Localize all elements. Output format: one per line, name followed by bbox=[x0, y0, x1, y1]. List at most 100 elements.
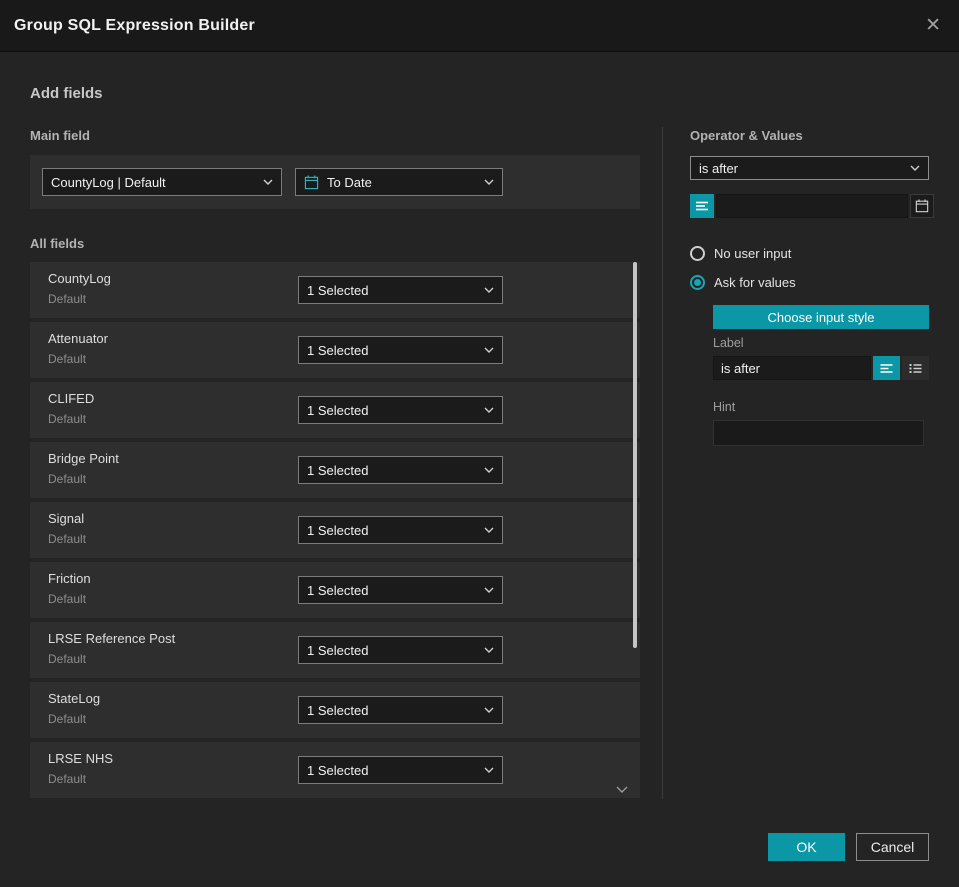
field-values-dropdown[interactable]: 1 Selected bbox=[298, 576, 503, 604]
close-icon[interactable]: ✕ bbox=[925, 16, 941, 35]
calendar-icon bbox=[915, 199, 929, 213]
chevron-down-icon bbox=[484, 347, 494, 353]
field-subtitle: Default bbox=[48, 592, 87, 606]
main-field-label: Main field bbox=[30, 128, 90, 143]
field-row: StateLog Default 1 Selected bbox=[30, 682, 640, 738]
chevron-down-icon bbox=[263, 179, 273, 185]
field-values-dropdown[interactable]: 1 Selected bbox=[298, 276, 503, 304]
field-subtitle: Default bbox=[48, 712, 87, 726]
scroll-down-chevron-icon[interactable] bbox=[616, 786, 628, 793]
main-field-dropdown[interactable]: CountyLog | Default bbox=[42, 168, 282, 196]
dropdown-value: 1 Selected bbox=[307, 522, 369, 538]
chevron-down-icon bbox=[484, 179, 494, 185]
field-row: Signal Default 1 Selected bbox=[30, 502, 640, 558]
field-name: Signal bbox=[48, 511, 85, 526]
chevron-down-icon bbox=[484, 287, 494, 293]
all-fields-label: All fields bbox=[30, 236, 85, 251]
field-values-dropdown[interactable]: 1 Selected bbox=[298, 636, 503, 664]
field-subtitle: Default bbox=[48, 772, 87, 786]
add-fields-heading: Add fields bbox=[30, 85, 103, 102]
date-field-dropdown-value: To Date bbox=[327, 174, 372, 190]
field-name: StateLog bbox=[48, 691, 101, 706]
chevron-down-icon bbox=[484, 707, 494, 713]
field-name: CountyLog bbox=[48, 271, 111, 286]
radio-checked-icon bbox=[690, 275, 705, 290]
label-input[interactable] bbox=[713, 356, 871, 380]
align-left-icon bbox=[880, 363, 893, 373]
field-name: Bridge Point bbox=[48, 451, 119, 466]
field-subtitle: Default bbox=[48, 652, 87, 666]
operator-dropdown[interactable]: is after bbox=[690, 156, 929, 180]
field-row: Attenuator Default 1 Selected bbox=[30, 322, 640, 378]
dropdown-value: 1 Selected bbox=[307, 702, 369, 718]
radio-ask-for-values[interactable]: Ask for values bbox=[690, 275, 796, 290]
field-values-dropdown[interactable]: 1 Selected bbox=[298, 696, 503, 724]
field-name: Attenuator bbox=[48, 331, 108, 346]
calendar-picker-button[interactable] bbox=[910, 194, 934, 218]
dropdown-value: 1 Selected bbox=[307, 282, 369, 298]
operator-values-heading: Operator & Values bbox=[690, 128, 803, 143]
chevron-down-icon bbox=[484, 467, 494, 473]
field-values-dropdown[interactable]: 1 Selected bbox=[298, 756, 503, 784]
field-name: Friction bbox=[48, 571, 91, 586]
field-name: LRSE NHS bbox=[48, 751, 114, 766]
field-row: CountyLog Default 1 Selected bbox=[30, 262, 640, 318]
label-input-row bbox=[713, 356, 929, 380]
date-field-dropdown[interactable]: To Date bbox=[295, 168, 503, 196]
dialog-title: Group SQL Expression Builder bbox=[14, 16, 255, 34]
field-row: CLIFED Default 1 Selected bbox=[30, 382, 640, 438]
field-name: CLIFED bbox=[48, 391, 95, 406]
field-row: LRSE Reference Post Default 1 Selected bbox=[30, 622, 640, 678]
main-field-dropdown-value: CountyLog | Default bbox=[51, 174, 166, 190]
field-row: Bridge Point Default 1 Selected bbox=[30, 442, 640, 498]
column-divider bbox=[662, 127, 663, 799]
calendar-icon bbox=[304, 174, 319, 189]
dropdown-value: 1 Selected bbox=[307, 642, 369, 658]
radio-label: No user input bbox=[714, 246, 792, 261]
single-line-style-button[interactable] bbox=[873, 356, 900, 380]
main-field-panel: CountyLog | Default To Date bbox=[30, 155, 640, 209]
hint-field-label: Hint bbox=[713, 400, 736, 414]
field-values-dropdown[interactable]: 1 Selected bbox=[298, 516, 503, 544]
input-style-icon-button[interactable] bbox=[690, 194, 714, 218]
radio-label: Ask for values bbox=[714, 275, 796, 290]
chevron-down-icon bbox=[910, 165, 920, 171]
ok-button[interactable]: OK bbox=[768, 833, 845, 861]
date-value-input[interactable] bbox=[716, 194, 908, 218]
field-name: LRSE Reference Post bbox=[48, 631, 176, 646]
hint-input[interactable] bbox=[713, 420, 924, 446]
date-value-row bbox=[690, 194, 934, 218]
cancel-button[interactable]: Cancel bbox=[856, 833, 929, 861]
chevron-down-icon bbox=[484, 767, 494, 773]
field-row: Friction Default 1 Selected bbox=[30, 562, 640, 618]
dropdown-value: 1 Selected bbox=[307, 402, 369, 418]
radio-unchecked-icon bbox=[690, 246, 705, 261]
label-field-label: Label bbox=[713, 336, 744, 350]
scrollbar[interactable] bbox=[633, 262, 637, 648]
chevron-down-icon bbox=[484, 587, 494, 593]
list-icon bbox=[909, 363, 922, 373]
list-style-button[interactable] bbox=[902, 356, 929, 380]
field-subtitle: Default bbox=[48, 472, 87, 486]
group-sql-expression-builder-dialog: Group SQL Expression Builder ✕ Add field… bbox=[0, 0, 959, 887]
chevron-down-icon bbox=[484, 647, 494, 653]
field-values-dropdown[interactable]: 1 Selected bbox=[298, 336, 503, 364]
chevron-down-icon bbox=[484, 407, 494, 413]
field-subtitle: Default bbox=[48, 532, 87, 546]
dropdown-value: 1 Selected bbox=[307, 342, 369, 358]
dropdown-value: 1 Selected bbox=[307, 762, 369, 778]
field-subtitle: Default bbox=[48, 412, 87, 426]
chevron-down-icon bbox=[484, 527, 494, 533]
field-subtitle: Default bbox=[48, 352, 87, 366]
dropdown-value: 1 Selected bbox=[307, 582, 369, 598]
radio-no-user-input[interactable]: No user input bbox=[690, 246, 791, 261]
field-subtitle: Default bbox=[48, 292, 87, 306]
input-lines-icon bbox=[696, 201, 708, 211]
field-row: LRSE NHS Default 1 Selected bbox=[30, 742, 640, 798]
dropdown-value: 1 Selected bbox=[307, 462, 369, 478]
field-values-dropdown[interactable]: 1 Selected bbox=[298, 456, 503, 484]
choose-input-style-button[interactable]: Choose input style bbox=[713, 305, 929, 329]
operator-dropdown-value: is after bbox=[699, 160, 739, 176]
field-values-dropdown[interactable]: 1 Selected bbox=[298, 396, 503, 424]
dialog-header: Group SQL Expression Builder ✕ bbox=[0, 0, 959, 52]
